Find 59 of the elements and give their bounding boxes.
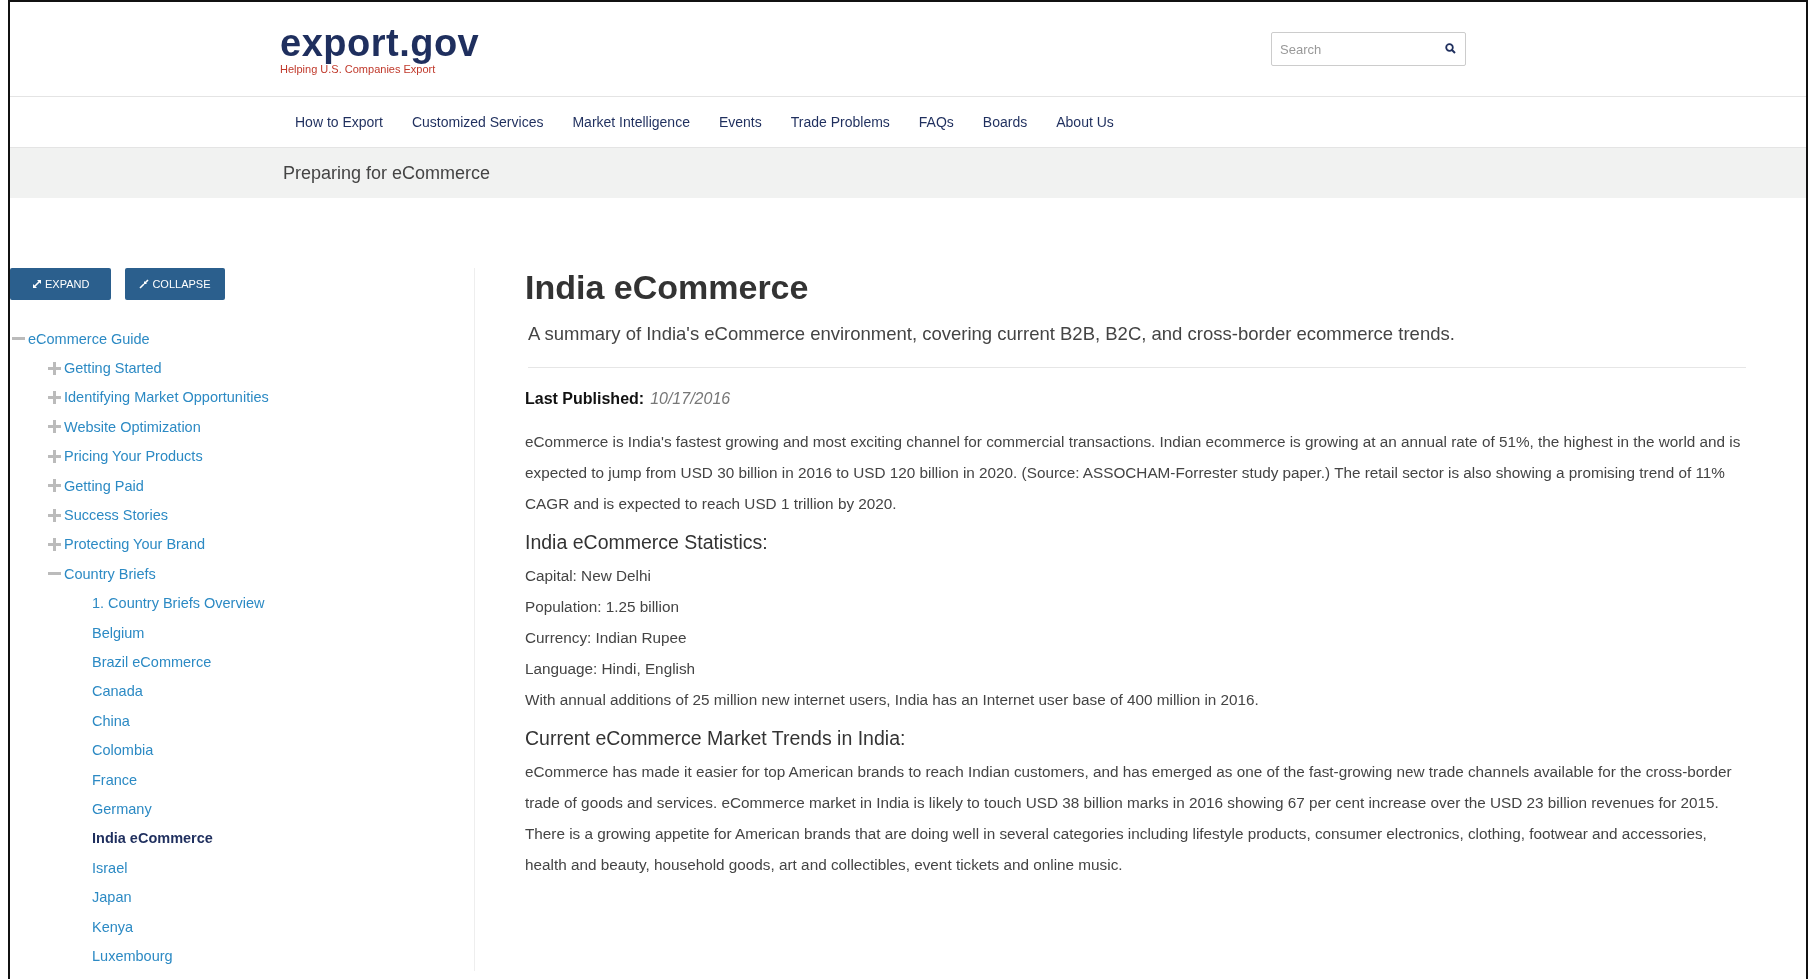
nav-link[interactable]: Customized Services xyxy=(411,114,544,130)
section-heading: India eCommerce Statistics: xyxy=(525,531,769,554)
collapse-arrows-icon xyxy=(139,279,150,289)
plus-icon[interactable] xyxy=(48,479,61,493)
stat-line: Language: Hindi, English xyxy=(525,659,697,679)
nav-link[interactable]: FAQs xyxy=(918,114,954,130)
article-summary: A summary of India's eCommerce environment, covering current B2B, B2C, and cross-border ecommerce trends. xyxy=(528,323,1746,368)
plus-icon[interactable] xyxy=(48,390,61,404)
breadcrumb-text: Preparing for eCommerce xyxy=(283,162,491,184)
plus-icon[interactable] xyxy=(48,508,61,522)
nav-link[interactable]: How to Export xyxy=(295,114,383,130)
stat-line: Currency: Indian Rupee xyxy=(525,628,688,648)
nav-link[interactable]: Events xyxy=(718,114,762,130)
plus-icon[interactable] xyxy=(48,420,61,434)
published-date: 10/17/2016 xyxy=(650,390,731,408)
tree-link[interactable]: Identifying Market Opportunities xyxy=(64,389,269,406)
expand-button[interactable]: EXPAND xyxy=(10,268,112,300)
stat-line: With annual additions of 25 million new internet users, India has an Internet user base of 400 million in 2016. xyxy=(525,690,1260,710)
tree-link[interactable]: Colombia xyxy=(92,742,154,759)
article-title: India eCommerce xyxy=(525,268,810,307)
search-icon[interactable] xyxy=(1445,43,1456,54)
plus-icon[interactable] xyxy=(48,449,61,463)
nav-link[interactable]: About Us xyxy=(1056,114,1114,130)
tree-link[interactable]: Belgium xyxy=(92,624,145,641)
tree-link[interactable]: eCommerce Guide xyxy=(28,330,150,347)
expand-arrows-icon xyxy=(32,279,42,289)
section-heading: Current eCommerce Market Trends in India: xyxy=(525,727,907,750)
tree-link[interactable]: 1. Country Briefs Overview xyxy=(92,595,265,612)
tree-link[interactable]: Israel xyxy=(92,859,128,876)
section-paragraph: eCommerce has made it easier for top American brands to reach Indian customers, and has emerged as one of the fast-growing new trade channels available for the cross-border trade of goods and services. eCommerce market in India is likely to touch USD 38 billion marks in 2016 showing 67 per cent increase over the USD 23 billion revenues for 2015. There is a growing appetite for American brands that are doing well in several categories including lifestyle products, consumer electronics, clothing, footwear and accessories, health and beauty, household goods, art and collectibles, event tickets and online music. xyxy=(525,762,1733,875)
tree-link[interactable]: France xyxy=(92,771,138,788)
intro-paragraph: eCommerce is India's fastest growing and most exciting channel for commercial transactions. Indian ecommerce is growing at an annual rate of 51%, the highest in the world and is expected to jump from USD 30 billion in 2016 to USD 120 billion in 2020. (Source: ASSOCHAM-Forrester study paper.) The retail sector is also showing a promising trend of 11% CAGR and is expected to reach USD 1 trillion by 2020. xyxy=(525,432,1742,514)
stat-line: Capital: New Delhi xyxy=(525,566,652,586)
plus-icon[interactable] xyxy=(48,537,61,551)
tree-link[interactable]: China xyxy=(92,712,130,729)
tree-link[interactable]: Getting Started xyxy=(64,360,162,377)
tree-link[interactable]: Japan xyxy=(92,889,132,906)
tree-link[interactable]: Pricing Your Products xyxy=(64,448,203,465)
nav-link[interactable]: Market Intelligence xyxy=(572,114,690,130)
tree-link[interactable]: Website Optimization xyxy=(64,418,201,435)
tree-link[interactable]: Canada xyxy=(92,683,143,700)
tree-link[interactable]: Country Briefs xyxy=(64,565,156,582)
nav-link[interactable]: Trade Problems xyxy=(790,114,890,130)
tree-link[interactable]: India eCommerce xyxy=(92,830,213,847)
plus-icon[interactable] xyxy=(48,361,61,375)
stat-line: Population: 1.25 billion xyxy=(525,597,680,617)
site-logo[interactable]: export.gov xyxy=(280,23,480,63)
site-tagline: Helping U.S. Companies Export xyxy=(280,63,436,75)
published-label: Last Published: xyxy=(525,390,645,408)
nav-link[interactable]: Boards xyxy=(982,114,1028,130)
tree-link[interactable]: Luxembourg xyxy=(92,947,173,964)
tree-link[interactable]: Germany xyxy=(92,800,152,817)
tree-link[interactable]: Protecting Your Brand xyxy=(64,536,206,553)
tree-link[interactable]: Success Stories xyxy=(64,507,168,524)
collapse-button[interactable]: COLLAPSE xyxy=(125,268,225,300)
tree-link[interactable]: Getting Paid xyxy=(64,477,144,494)
tree-link[interactable]: Brazil eCommerce xyxy=(92,654,212,670)
tree-link[interactable]: Kenya xyxy=(92,918,134,935)
search-field[interactable]: Search xyxy=(1271,32,1466,66)
